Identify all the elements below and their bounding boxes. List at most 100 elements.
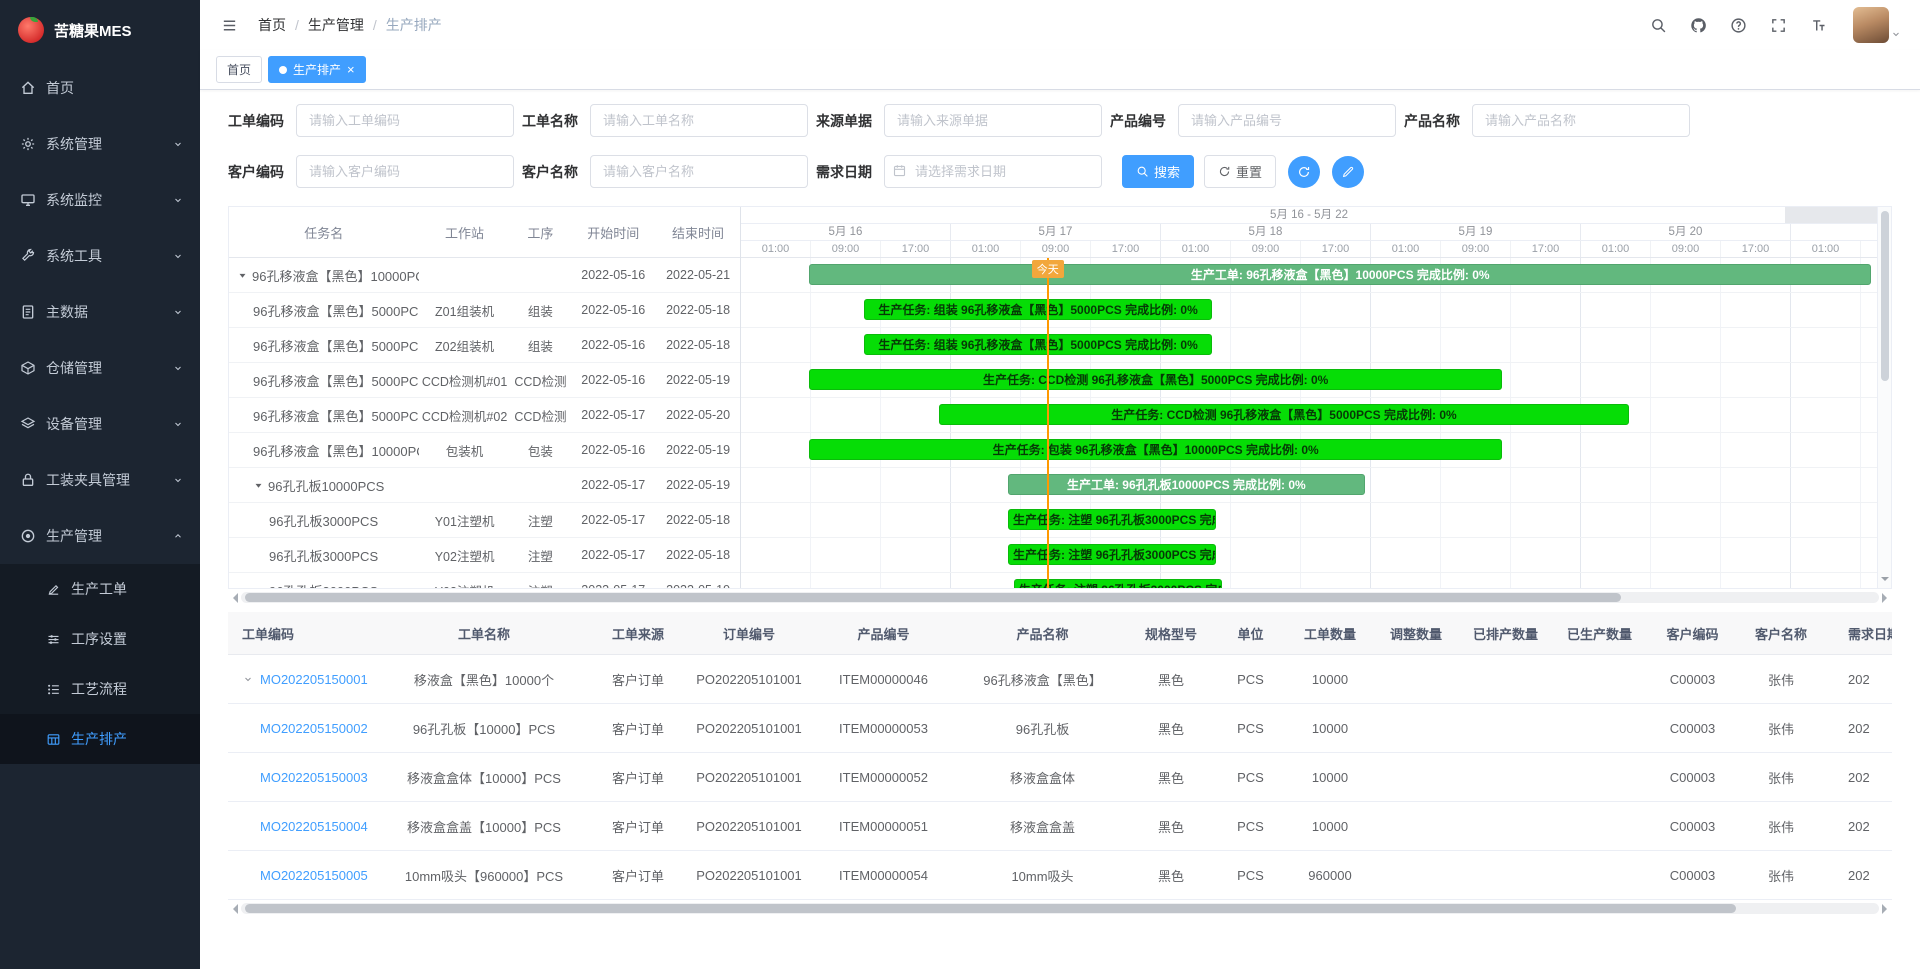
sidebar-item-warehouse[interactable]: 仓储管理 [0, 340, 200, 396]
expand-row-icon[interactable] [242, 673, 254, 685]
order-code-link[interactable]: MO202205150002 [260, 721, 368, 736]
order-name-input[interactable] [590, 104, 808, 137]
refresh-button[interactable] [1288, 156, 1320, 188]
avatar[interactable] [1853, 7, 1889, 43]
order-cell: 202 [1824, 672, 1892, 687]
scroll-right-arrow[interactable] [1882, 904, 1892, 914]
navbar: 首页/生产管理/生产排产 [200, 0, 1920, 50]
sidebar-item-process-setting[interactable]: 工序设置 [0, 614, 200, 664]
gantt-horizontal-scrollbar[interactable] [228, 591, 1892, 604]
help-icon[interactable] [1721, 8, 1755, 42]
order-row[interactable]: MO202205150003移液盒盒体【10000】PCS客户订单PO20220… [228, 753, 1892, 802]
order-row[interactable]: MO20220515000296孔孔板【10000】PCS客户订单PO20220… [228, 704, 1892, 753]
breadcrumb-item[interactable]: 首页 [258, 15, 286, 35]
collapse-icon[interactable] [237, 270, 248, 281]
breadcrumb-item[interactable]: 生产管理 [308, 15, 364, 35]
content: 工单编码工单名称来源单据产品编号产品名称 客户编码客户名称需求日期搜索重置 任务… [200, 90, 1920, 969]
scroll-right-arrow[interactable] [1882, 593, 1892, 603]
sidebar-item-fixture[interactable]: 工装夹具管理 [0, 452, 200, 508]
sidebar-item-system-tools[interactable]: 系统工具 [0, 228, 200, 284]
fontsize-icon[interactable] [1801, 8, 1835, 42]
scroll-down-arrow[interactable] [1881, 577, 1889, 585]
gantt-task-row[interactable]: 96孔移液盒【黑色】5000PCSCCD检测机#02CCD检测2022-05-1… [229, 398, 740, 433]
order-code-link[interactable]: MO202205150001 [260, 672, 368, 687]
reset-button[interactable]: 重置 [1204, 155, 1276, 188]
gantt-timeline-row: 生产任务: 注塑 96孔孔板3000PCS 完成比例: 0% [741, 538, 1877, 573]
task-cell: Y02注塑机 [419, 546, 511, 565]
gantt-bar[interactable]: 生产任务: 组装 96孔移液盒【黑色】5000PCS 完成比例: 0% [864, 299, 1213, 320]
sidebar-item-system-admin[interactable]: 系统管理 [0, 116, 200, 172]
close-icon[interactable]: × [347, 63, 355, 76]
sidebar-item-label: 首页 [46, 78, 74, 98]
sidebar-item-home[interactable]: 首页 [0, 60, 200, 116]
gantt-bar[interactable]: 生产任务: 注塑 96孔孔板3000PCS 完成比例: 0% [1008, 544, 1216, 565]
gantt-timeline-row: 生产任务: 注塑 96孔孔板3000PCS 完成比例: 0% [741, 573, 1877, 588]
demand-date-input[interactable] [884, 155, 1102, 188]
scrollbar-track[interactable] [241, 592, 1879, 603]
search-icon[interactable] [1641, 8, 1675, 42]
scrollbar-thumb[interactable] [1881, 211, 1889, 381]
order-cell: 10mm吸头【960000】PCS [380, 866, 588, 885]
gantt-bar[interactable]: 生产任务: 注塑 96孔孔板3000PCS 完成比例: 0% [1008, 509, 1216, 530]
hamburger-icon[interactable] [212, 8, 246, 42]
scrollbar-thumb[interactable] [245, 904, 1736, 913]
gantt-bar[interactable]: 生产工单: 96孔孔板10000PCS 完成比例: 0% [1008, 474, 1365, 495]
customer-code-input[interactable] [296, 155, 514, 188]
order-code-input[interactable] [296, 104, 514, 137]
filter-label: 工单名称 [522, 111, 578, 131]
scroll-left-arrow[interactable] [228, 593, 238, 603]
gantt-bar[interactable]: 生产任务: CCD检测 96孔移液盒【黑色】5000PCS 完成比例: 0% [809, 369, 1502, 390]
sidebar-item-label: 工装夹具管理 [46, 470, 130, 490]
scroll-left-arrow[interactable] [228, 904, 238, 914]
sidebar-item-process-flow[interactable]: 工艺流程 [0, 664, 200, 714]
github-icon[interactable] [1681, 8, 1715, 42]
user-menu[interactable] [1853, 7, 1902, 43]
edit-button[interactable] [1332, 156, 1364, 188]
source-doc-input[interactable] [884, 104, 1102, 137]
fullscreen-icon[interactable] [1761, 8, 1795, 42]
gantt-task-row[interactable]: 96孔孔板3000PCSY01注塑机注塑2022-05-172022-05-18 [229, 503, 740, 538]
gantt-task-row[interactable]: 96孔孔板3000PCSY02注塑机注塑2022-05-172022-05-18 [229, 538, 740, 573]
gantt-bar[interactable]: 生产任务: 包装 96孔移液盒【黑色】10000PCS 完成比例: 0% [809, 439, 1502, 460]
search-button[interactable]: 搜索 [1122, 155, 1194, 188]
product-code-input[interactable] [1178, 104, 1396, 137]
product-name-input[interactable] [1472, 104, 1690, 137]
gantt-task-row[interactable]: 96孔移液盒【黑色】10000PCS包装机包装2022-05-162022-05… [229, 433, 740, 468]
tab-home[interactable]: 首页 [216, 56, 262, 83]
sidebar-item-scheduling[interactable]: 生产排产 [0, 714, 200, 764]
order-row[interactable]: MO202205150001移液盒【黑色】10000个客户订单PO2022051… [228, 655, 1892, 704]
gantt-task-row[interactable]: 96孔移液盒【黑色】5000PCSZ02组装机组装2022-05-162022-… [229, 328, 740, 363]
gantt-bar[interactable]: 生产工单: 96孔移液盒【黑色】10000PCS 完成比例: 0% [809, 264, 1871, 285]
task-cell: 2022-05-19 [656, 443, 740, 457]
orders-horizontal-scrollbar[interactable] [228, 902, 1892, 915]
app-logo[interactable]: 苦糖果MES [0, 0, 200, 60]
gantt-task-row[interactable]: 96孔移液盒【黑色】5000PCSZ01组装机组装2022-05-162022-… [229, 293, 740, 328]
task-cell: 2022-05-18 [656, 303, 740, 317]
gantt-bar[interactable]: 生产任务: CCD检测 96孔移液盒【黑色】5000PCS 完成比例: 0% [939, 404, 1630, 425]
sidebar-item-master-data[interactable]: 主数据 [0, 284, 200, 340]
sidebar-item-work-order[interactable]: 生产工单 [0, 564, 200, 614]
scrollbar-track[interactable] [241, 903, 1879, 914]
sidebar-item-system-monitor[interactable]: 系统监控 [0, 172, 200, 228]
gantt-bar[interactable]: 生产任务: 注塑 96孔孔板3000PCS 完成比例: 0% [1014, 579, 1222, 588]
gantt-task-row[interactable]: 96孔移液盒【黑色】10000PCS2022-05-162022-05-21 [229, 258, 740, 293]
order-code-link[interactable]: MO202205150004 [260, 819, 368, 834]
order-cell: ITEM00000052 [810, 770, 957, 785]
gantt-vertical-scrollbar[interactable] [1877, 207, 1891, 588]
order-code-link[interactable]: MO202205150003 [260, 770, 368, 785]
sidebar-item-production[interactable]: 生产管理 [0, 508, 200, 564]
sidebar-item-label: 系统监控 [46, 190, 102, 210]
sidebar-item-equipment[interactable]: 设备管理 [0, 396, 200, 452]
order-code-link[interactable]: MO202205150005 [260, 868, 368, 883]
gantt-task-row[interactable]: 96孔孔板3000PCSY03注塑机注塑2022-05-172022-05-19 [229, 573, 740, 588]
scrollbar-thumb[interactable] [245, 593, 1621, 602]
customer-name-input[interactable] [590, 155, 808, 188]
collapse-icon[interactable] [253, 480, 264, 491]
tab-scheduling[interactable]: 生产排产× [268, 56, 366, 83]
gantt-bar[interactable]: 生产任务: 组装 96孔移液盒【黑色】5000PCS 完成比例: 0% [864, 334, 1213, 355]
hour-label: 17:00 [1091, 241, 1161, 257]
order-row[interactable]: MO20220515000510mm吸头【960000】PCS客户订单PO202… [228, 851, 1892, 900]
gantt-task-row[interactable]: 96孔孔板10000PCS2022-05-172022-05-19 [229, 468, 740, 503]
gantt-task-row[interactable]: 96孔移液盒【黑色】5000PCSCCD检测机#01CCD检测2022-05-1… [229, 363, 740, 398]
order-row[interactable]: MO202205150004移液盒盒盖【10000】PCS客户订单PO20220… [228, 802, 1892, 851]
